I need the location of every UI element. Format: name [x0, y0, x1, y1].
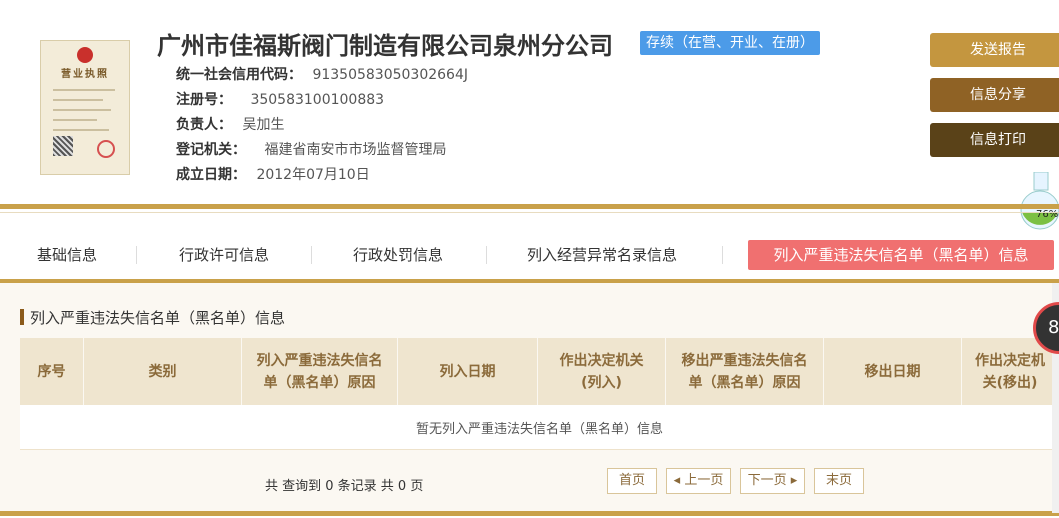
first-page-button[interactable]: 首页 [607, 468, 657, 494]
tab-admin-license[interactable]: 行政许可信息 [179, 240, 269, 270]
license-title: 营业执照 [61, 69, 109, 80]
info-registration-authority: 登记机关： 福建省南安市市场监督管理局 [176, 142, 447, 158]
company-name: 广州市佳福斯阀门制造有限公司泉州分公司 [157, 32, 613, 60]
footer-divider [0, 511, 1059, 516]
column-header-remove-reason: 移出严重违法失信名单（黑名单）原因 [666, 338, 824, 405]
pager-summary: 共 查询到 0 条记录 共 0 页 [265, 479, 424, 494]
info-established-date: 成立日期： 2012年07月10日 [176, 167, 370, 183]
prev-page-button[interactable]: ◂ 上一页 [666, 468, 731, 494]
tab-admin-penalty[interactable]: 行政处罚信息 [353, 240, 443, 270]
section-title: 列入严重违法失信名单（黑名单）信息 [30, 309, 286, 327]
tab-abnormal-list[interactable]: 列入经营异常名录信息 [527, 240, 677, 270]
tab-blacklist[interactable]: 列入严重违法失信名单（黑名单）信息 [748, 240, 1054, 270]
seal-icon [97, 140, 115, 158]
share-info-button[interactable]: 信息分享 [930, 78, 1059, 112]
section-marker [20, 309, 24, 325]
column-header-index: 序号 [20, 338, 84, 405]
flask-percent: 76% [1036, 209, 1058, 220]
flask-icon: 76% [1020, 171, 1059, 230]
flask-progress-widget[interactable]: 76% [1010, 171, 1059, 230]
column-header-list-date: 列入日期 [398, 338, 538, 405]
print-info-button[interactable]: 信息打印 [930, 123, 1059, 157]
tab-basic-info[interactable]: 基础信息 [37, 240, 97, 270]
column-header-remove-date: 移出日期 [824, 338, 962, 405]
business-license-image: 营业执照 [40, 40, 130, 175]
national-emblem-icon [77, 47, 93, 63]
info-principal: 负责人： 吴加生 [176, 117, 285, 133]
next-page-button[interactable]: 下一页 ▸ [740, 468, 805, 494]
qr-code-icon [53, 136, 73, 156]
empty-table-message: 暂无列入严重违法失信名单（黑名单）信息 [20, 405, 1059, 450]
status-badge: 存续（在营、开业、在册） [640, 31, 820, 55]
info-reg-number: 注册号： 350583100100883 [176, 92, 385, 108]
column-header-list-authority: 作出决定机关(列入) [538, 338, 666, 405]
header-divider [0, 204, 1059, 209]
column-header-category: 类别 [84, 338, 242, 405]
last-page-button[interactable]: 末页 [814, 468, 864, 494]
column-header-list-reason: 列入严重违法失信名单（黑名单）原因 [242, 338, 398, 405]
info-credit-code: 统一社会信用代码： 91350583050302664J [176, 67, 469, 83]
send-report-button[interactable]: 发送报告 [930, 33, 1059, 67]
